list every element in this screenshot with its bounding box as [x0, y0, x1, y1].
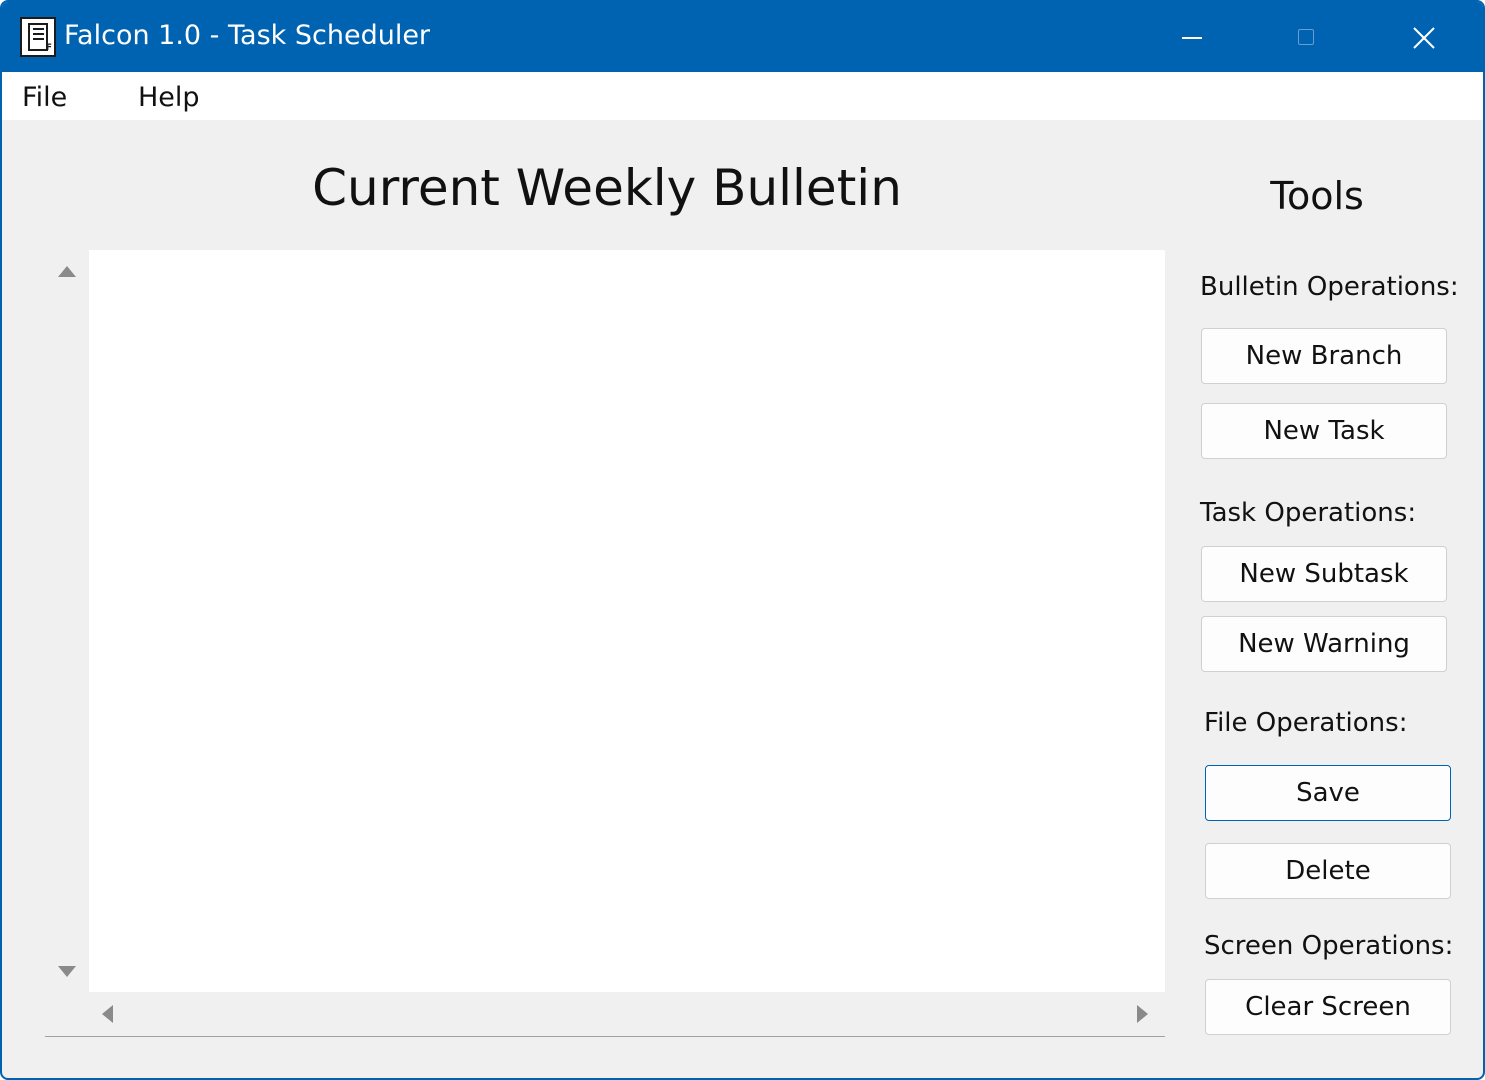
new-warning-button[interactable]: New Warning [1201, 616, 1447, 672]
scroll-up-icon[interactable] [58, 266, 76, 277]
maximize-icon [1298, 29, 1314, 45]
icon-line [33, 38, 44, 40]
clear-screen-button[interactable]: Clear Screen [1205, 979, 1451, 1035]
screen-operations-label: Screen Operations: [1204, 931, 1454, 961]
scroll-left-icon[interactable] [102, 1005, 113, 1023]
new-branch-button[interactable]: New Branch [1201, 328, 1447, 384]
task-operations-label: Task Operations: [1200, 498, 1417, 528]
scroll-down-icon[interactable] [58, 966, 76, 977]
icon-line [33, 33, 44, 35]
minimize-button[interactable] [1134, 2, 1250, 72]
icon-line [33, 28, 44, 30]
save-button[interactable]: Save [1205, 765, 1451, 821]
bulletin-heading: Current Weekly Bulletin [312, 159, 902, 217]
bulletin-panel [45, 250, 1165, 1037]
app-icon[interactable]: F [20, 17, 56, 57]
close-icon [1413, 27, 1435, 49]
title-bar[interactable]: F Falcon 1.0 - Task Scheduler [2, 2, 1483, 72]
app-window: F Falcon 1.0 - Task Scheduler File Help … [0, 0, 1485, 1080]
menu-file[interactable]: File [22, 80, 67, 116]
vertical-scrollbar[interactable] [45, 250, 89, 992]
maximize-button[interactable] [1250, 2, 1366, 72]
bulletin-operations-label: Bulletin Operations: [1200, 272, 1459, 302]
new-subtask-button[interactable]: New Subtask [1201, 546, 1447, 602]
file-operations-label: File Operations: [1204, 708, 1408, 738]
menu-bar: File Help [2, 72, 1483, 120]
app-icon-letter: F [45, 43, 52, 53]
close-button[interactable] [1366, 2, 1482, 72]
window-title: Falcon 1.0 - Task Scheduler [64, 20, 431, 51]
menu-help[interactable]: Help [138, 80, 200, 116]
delete-button[interactable]: Delete [1205, 843, 1451, 899]
scroll-right-icon[interactable] [1137, 1005, 1148, 1023]
minimize-icon [1182, 37, 1202, 39]
tools-heading: Tools [1270, 174, 1364, 218]
bulletin-canvas[interactable] [89, 250, 1165, 992]
new-task-button[interactable]: New Task [1201, 403, 1447, 459]
horizontal-scrollbar[interactable] [89, 992, 1165, 1036]
